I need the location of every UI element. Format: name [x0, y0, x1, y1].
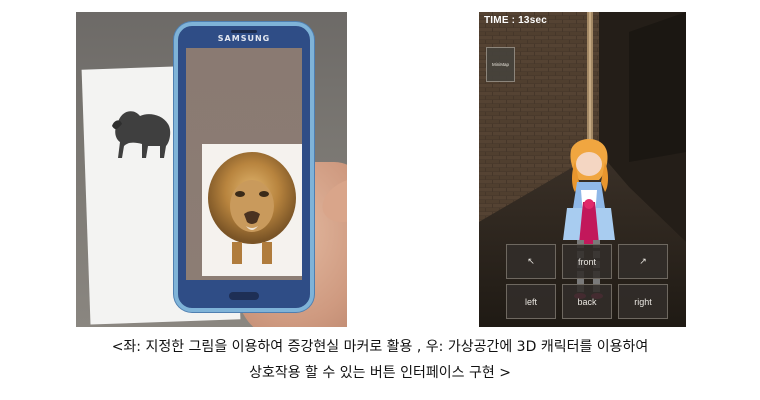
right-button[interactable]: right: [618, 284, 668, 319]
phone-brand-label: SAMSUNG: [217, 34, 271, 43]
front-button[interactable]: front: [562, 244, 612, 279]
caption-line-1: <좌: 지정한 그림을 이용하여 증강현실 마커로 활용 , 우: 가상공간에 …: [111, 339, 649, 355]
figure-caption: <좌: 지정한 그림을 이용하여 증강현실 마커로 활용 , 우: 가상공간에 …: [0, 334, 760, 386]
printed-lion-image: [112, 111, 171, 158]
figure: SAMSUNG TIME: 13sec MiniMap ↖ front ↗ l…: [0, 0, 760, 400]
ar-lion-model: [208, 152, 296, 264]
arrow-up-left-icon[interactable]: ↖: [506, 244, 556, 279]
left-button[interactable]: left: [506, 284, 556, 319]
arrow-up-right-icon[interactable]: ↗: [618, 244, 668, 279]
smartphone: SAMSUNG: [174, 22, 314, 312]
movement-control-pad: ↖ front ↗ left back right: [506, 244, 668, 322]
phone-home-button: [229, 292, 259, 300]
minimap-button[interactable]: MiniMap: [486, 47, 515, 82]
ar-marker-photo: SAMSUNG: [76, 12, 347, 327]
phone-screen: [186, 48, 302, 280]
caption-line-2: 상호작용 할 수 있는 버튼 인터페이스 구현 >: [249, 365, 511, 381]
back-button[interactable]: back: [562, 284, 612, 319]
thumb: [315, 169, 347, 231]
game-screenshot: TIME : 13sec MiniMap ↖ front ↗ left back…: [479, 12, 686, 327]
phone-speaker: [231, 30, 257, 33]
game-timer: TIME : 13sec: [484, 15, 547, 26]
